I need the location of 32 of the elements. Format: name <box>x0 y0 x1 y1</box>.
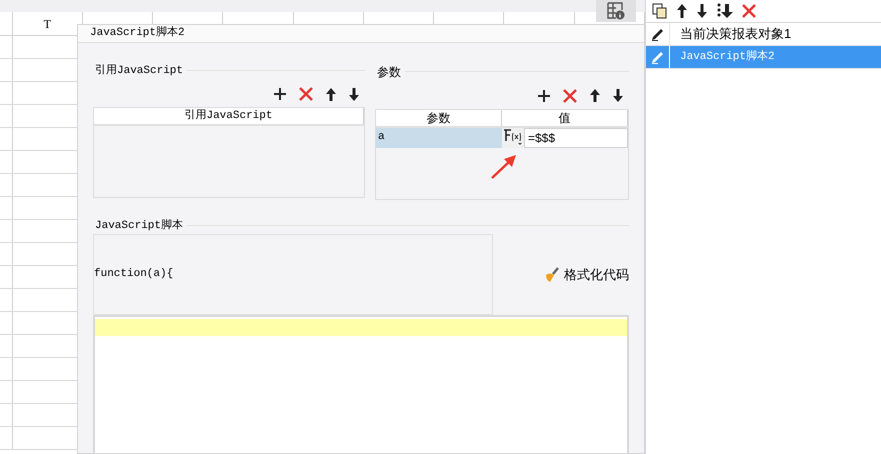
pencil-icon <box>650 50 664 64</box>
format-code-button[interactable]: 格式化代码 <box>544 264 629 284</box>
table-info-button[interactable] <box>596 0 636 22</box>
column-header[interactable]: 引用JavaScript <box>94 108 364 124</box>
add-icon[interactable] <box>538 90 550 102</box>
pencil-icon <box>650 27 664 41</box>
delete-icon[interactable] <box>298 87 313 101</box>
delete-icon[interactable] <box>742 4 756 18</box>
column-header[interactable]: 参数 <box>376 110 502 126</box>
table-cell[interactable]: a <box>376 128 502 148</box>
code-line: function(a){ <box>94 267 174 282</box>
section-label: 引用JavaScript <box>94 63 184 78</box>
move-to-bottom-icon[interactable] <box>716 3 734 19</box>
column-header[interactable]: 值 <box>502 110 628 126</box>
annotation-arrow <box>490 154 518 180</box>
move-up-icon[interactable] <box>590 89 600 102</box>
move-down-icon[interactable] <box>348 88 359 100</box>
move-down-icon[interactable] <box>613 89 623 102</box>
list-item[interactable]: 当前决策报表对象1 <box>646 23 881 46</box>
table-info-icon <box>607 2 625 20</box>
copy-icon[interactable] <box>652 3 668 19</box>
section-label: JavaScript脚本 <box>94 218 184 234</box>
move-down-icon[interactable] <box>696 3 708 19</box>
delete-icon[interactable] <box>563 88 577 102</box>
input-field[interactable]: =$$$ <box>524 128 628 148</box>
formula-icon[interactable] <box>502 128 523 146</box>
dialog-title: JavaScript脚本2 <box>90 25 185 41</box>
add-icon[interactable] <box>274 88 286 100</box>
section-label: 参数 <box>376 64 402 80</box>
move-up-icon[interactable] <box>676 3 688 19</box>
broom-icon <box>544 266 560 282</box>
move-up-icon[interactable] <box>326 88 336 100</box>
